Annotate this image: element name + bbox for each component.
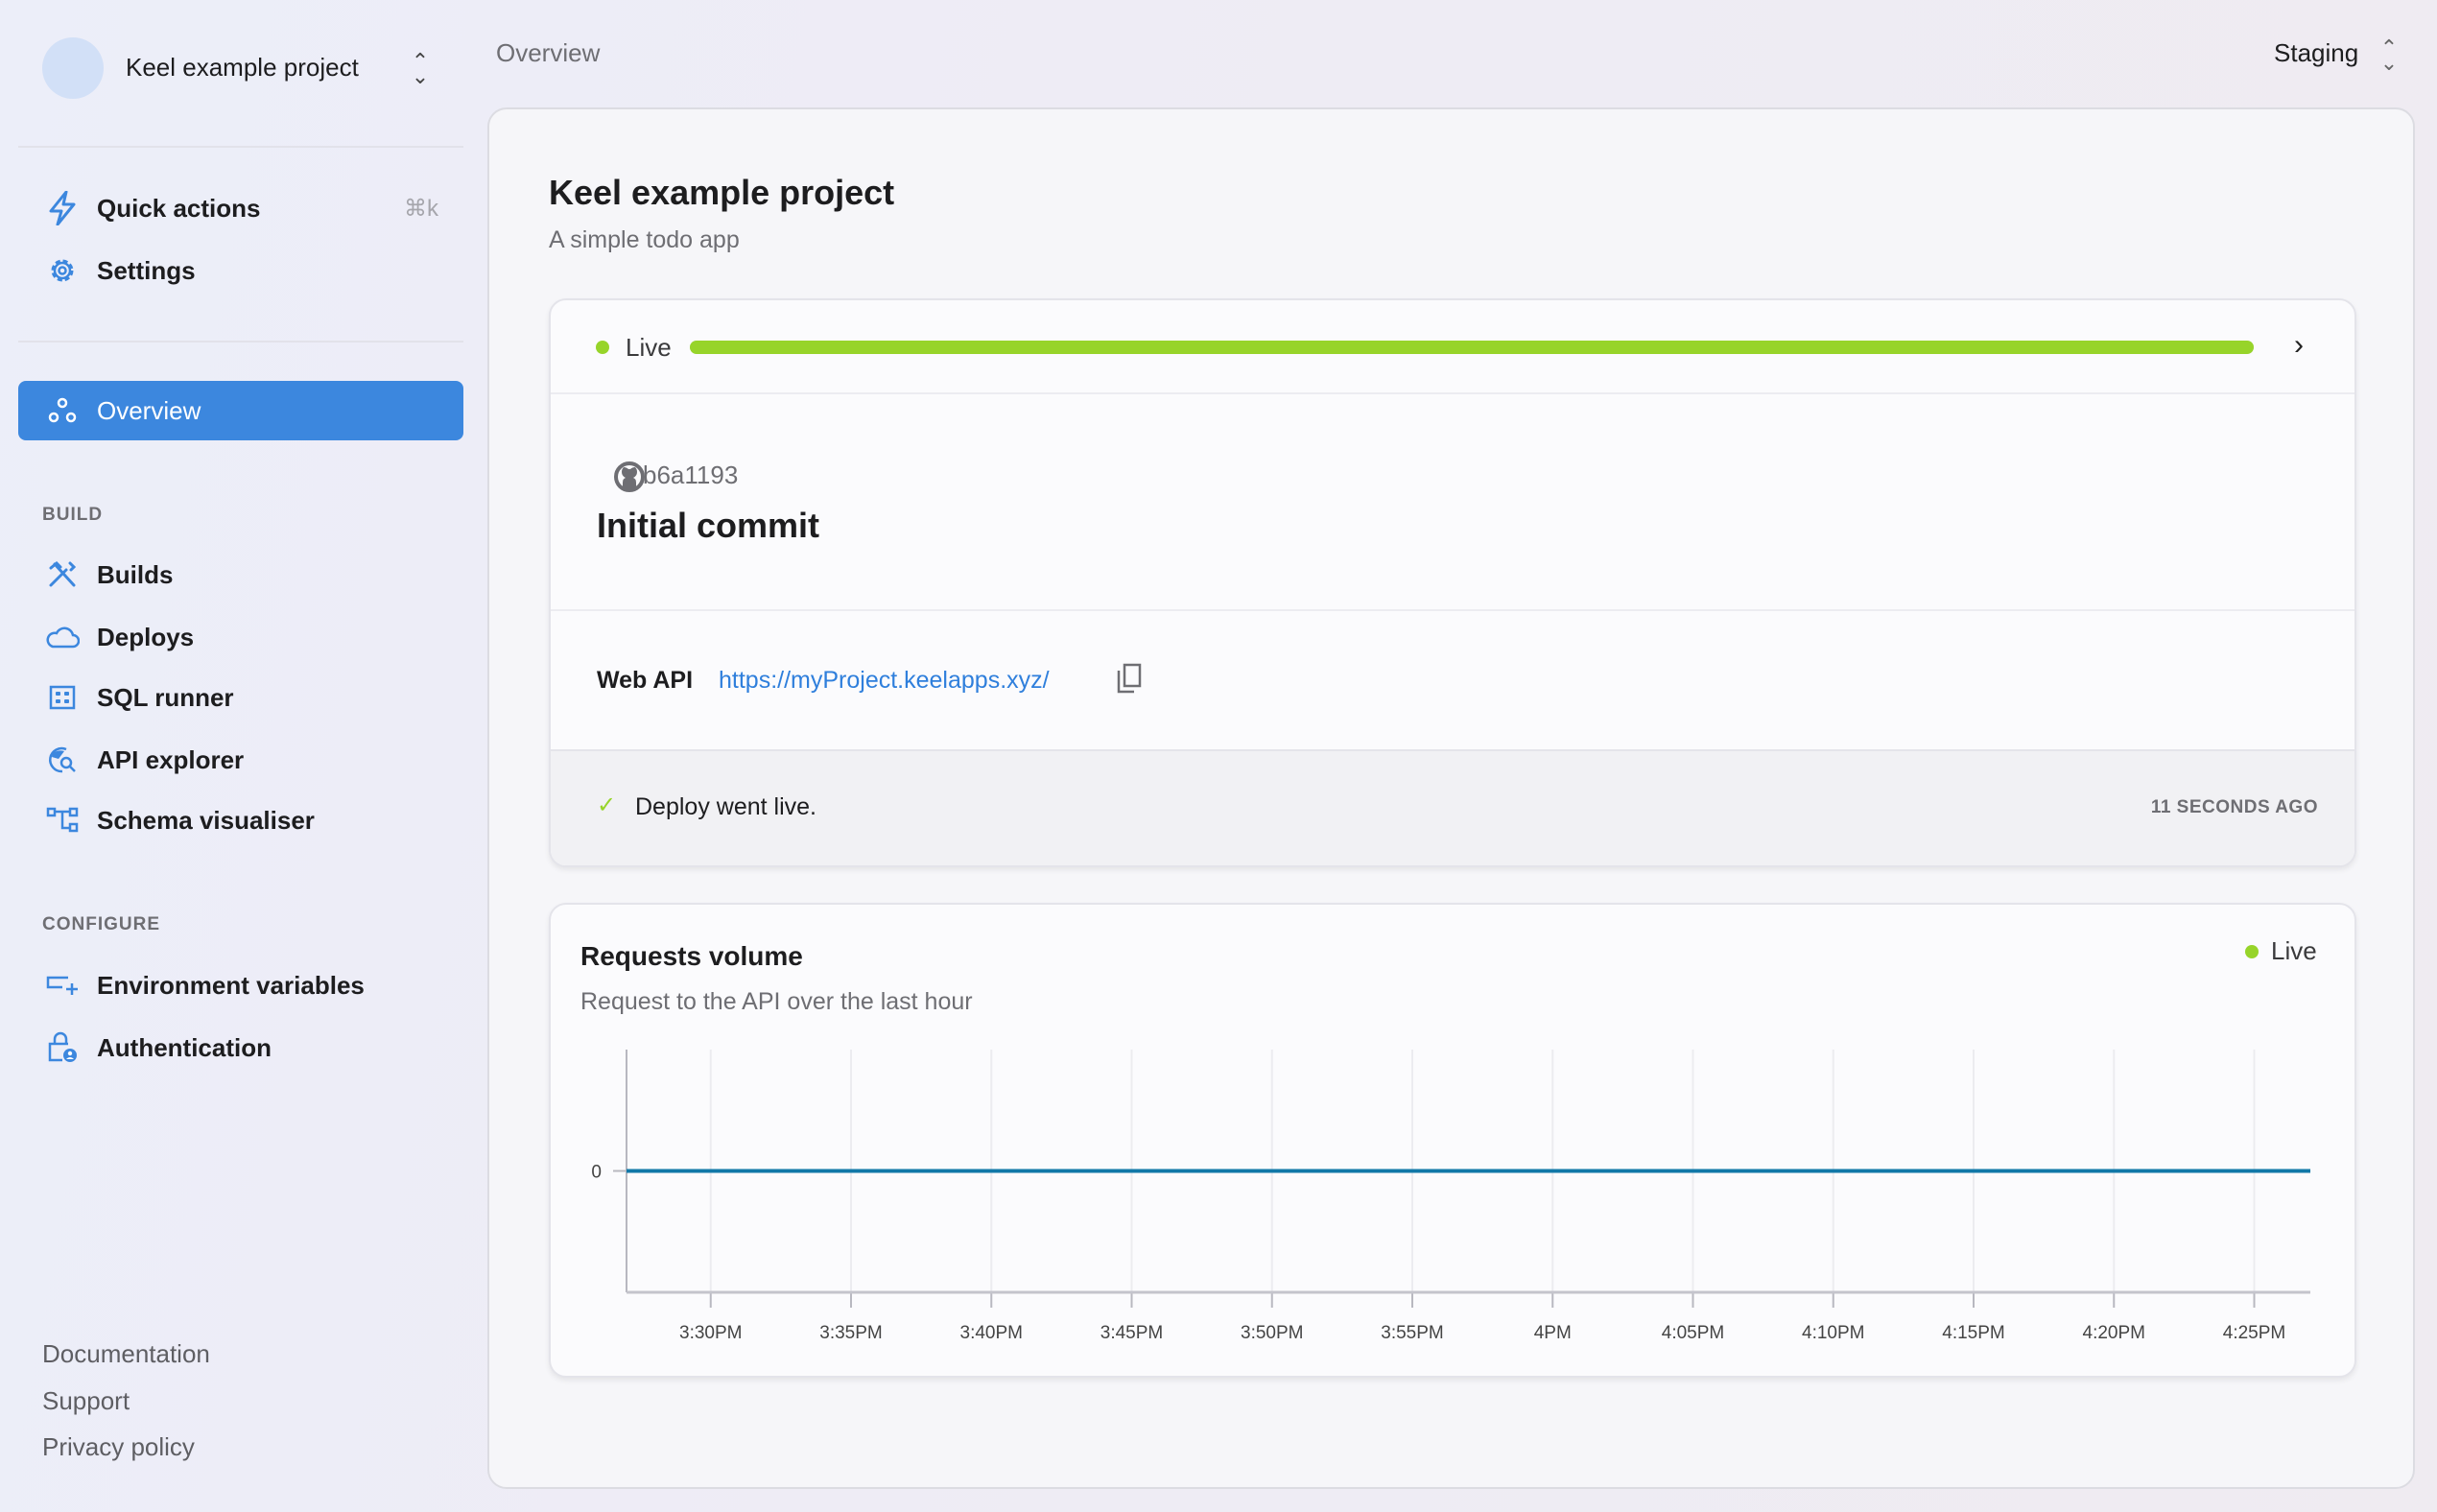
keyboard-shortcut: ⌘k <box>404 195 438 222</box>
sidebar-item-quick-actions[interactable]: Quick actions ⌘k <box>18 179 463 237</box>
deploy-progress-bar <box>690 341 2254 354</box>
sidebar: Keel example project ⌃ ⌄ Quick actions ⌘k… <box>0 0 480 1512</box>
sidebar-item-label: API explorer <box>97 744 245 774</box>
live-status-dot <box>596 341 609 354</box>
sidebar-item-label: Overview <box>97 395 201 425</box>
requests-chart: 3:30PM 3:35PM 3:40PM 3:45PM 3:50PM 3:55PM 4PM 4… <box>591 1050 2310 1343</box>
tools-icon <box>43 555 82 594</box>
divider <box>18 341 463 343</box>
sidebar-item-label: Builds <box>97 559 174 589</box>
sidebar-item-builds[interactable]: Builds <box>18 546 463 603</box>
web-api-url-link[interactable]: https://myProject.keelapps.xyz/ <box>719 667 1050 695</box>
cloud-icon <box>43 618 82 656</box>
sidebar-item-environment-variables[interactable]: Environment variables <box>18 957 463 1014</box>
grid-icon <box>43 678 82 717</box>
env-variables-icon <box>43 966 82 1004</box>
sidebar-item-label: Environment variables <box>97 970 365 1000</box>
x-tick-label: 3:35PM <box>819 1323 882 1343</box>
deploy-time-ago: 11 SECONDS AGO <box>2150 797 2318 817</box>
overview-icon <box>43 391 82 430</box>
sidebar-item-authentication[interactable]: Authentication <box>18 1019 463 1076</box>
requests-volume-card: Requests volume Request to the API over … <box>549 903 2356 1378</box>
sidebar-item-label: SQL runner <box>97 682 234 712</box>
support-link[interactable]: Support <box>42 1386 130 1416</box>
lock-user-icon <box>43 1028 82 1067</box>
sidebar-item-label: Schema visualiser <box>97 805 315 835</box>
privacy-policy-link[interactable]: Privacy policy <box>42 1432 195 1462</box>
x-tick-label: 3:40PM <box>960 1323 1023 1343</box>
chevron-up-down-icon[interactable]: ⌃ ⌄ <box>411 51 430 87</box>
page-subtitle: A simple todo app <box>549 226 740 253</box>
sidebar-item-deploys[interactable]: Deploys <box>18 608 463 666</box>
x-tick-label: 3:45PM <box>1100 1323 1163 1343</box>
divider <box>18 146 463 148</box>
sidebar-item-schema-visualiser[interactable]: Schema visualiser <box>18 791 463 849</box>
sidebar-item-label: Settings <box>97 255 196 285</box>
deploy-status-row[interactable]: Live › <box>551 300 2354 394</box>
globe-search-icon <box>43 741 82 779</box>
deploy-card: Live › b6a1193 Initial commit Web API ht… <box>549 298 2356 867</box>
x-tick-label: 4:05PM <box>1662 1323 1724 1343</box>
copy-icon[interactable] <box>1116 663 1143 698</box>
sidebar-item-label: Authentication <box>97 1032 272 1062</box>
y-tick-label: 0 <box>591 1163 602 1183</box>
x-tick-label: 4PM <box>1534 1323 1572 1343</box>
sidebar-item-label: Deploys <box>97 622 195 651</box>
deploy-status: Live <box>626 333 672 362</box>
documentation-link[interactable]: Documentation <box>42 1339 210 1369</box>
deploy-event-row: ✓ Deploy went live. 11 SECONDS AGO <box>551 749 2354 865</box>
page-title: Keel example project <box>549 173 895 212</box>
x-tick-label: 3:30PM <box>679 1323 742 1343</box>
deploy-event-text: Deploy went live. <box>635 793 816 820</box>
divider <box>551 609 2354 611</box>
check-icon: ✓ <box>597 792 617 818</box>
x-tick-label: 3:55PM <box>1381 1323 1443 1343</box>
main-panel: Keel example project A simple todo app L… <box>487 107 2415 1489</box>
chevron-up-down-icon[interactable]: ⌃ ⌄ <box>2379 37 2399 74</box>
sidebar-item-sql-runner[interactable]: SQL runner <box>18 669 463 726</box>
commit-hash[interactable]: b6a1193 <box>643 461 738 490</box>
environment-switcher[interactable]: Staging <box>2274 38 2358 68</box>
x-tick-label: 4:20PM <box>2083 1323 2145 1343</box>
github-icon <box>614 461 645 497</box>
deploy-progress-fill <box>690 341 2254 354</box>
schema-icon <box>43 801 82 839</box>
page-breadcrumb: Overview <box>496 38 601 67</box>
section-heading-configure: CONFIGURE <box>42 914 160 934</box>
web-api-label: Web API <box>597 667 694 694</box>
x-tick-label: 3:50PM <box>1241 1323 1303 1343</box>
project-switcher[interactable]: Keel example project <box>126 53 359 83</box>
section-heading-build: BUILD <box>42 505 104 525</box>
chevron-right-icon[interactable]: › <box>2294 329 2304 362</box>
sidebar-item-overview[interactable]: Overview <box>18 381 463 440</box>
gear-icon <box>43 251 82 290</box>
x-tick-label: 4:25PM <box>2223 1323 2285 1343</box>
sidebar-item-api-explorer[interactable]: API explorer <box>18 731 463 789</box>
sidebar-item-label: Quick actions <box>97 193 261 223</box>
project-avatar[interactable] <box>42 37 104 99</box>
lightning-icon <box>43 189 82 227</box>
sidebar-item-settings[interactable]: Settings <box>18 242 463 299</box>
commit-message: Initial commit <box>597 506 820 545</box>
x-tick-label: 4:10PM <box>1802 1323 1864 1343</box>
x-tick-label: 4:15PM <box>1942 1323 2004 1343</box>
